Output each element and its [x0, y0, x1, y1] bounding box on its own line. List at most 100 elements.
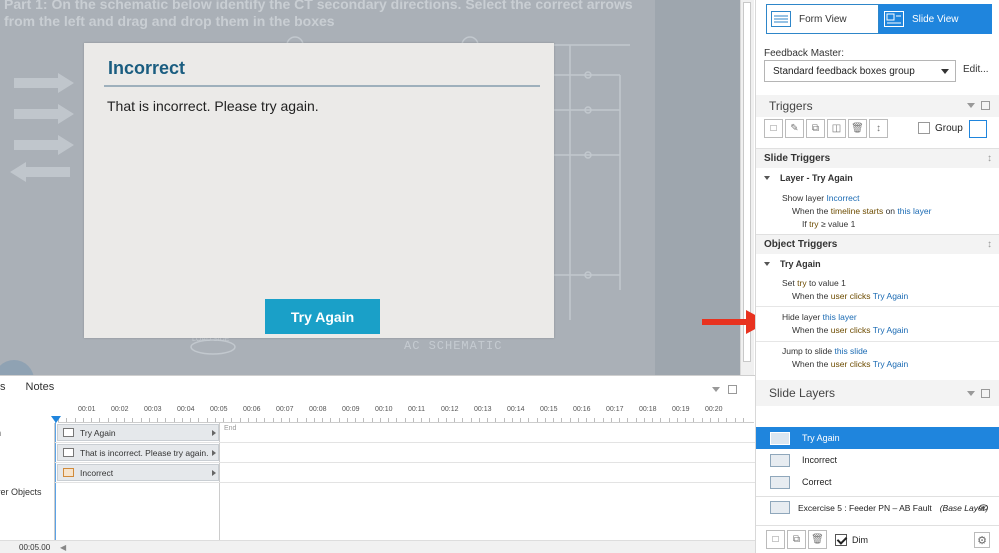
paste-trigger-icon[interactable]: ◫ [827, 119, 846, 138]
ruler-tick [454, 418, 455, 422]
group-checkbox[interactable] [918, 122, 930, 134]
trigger-when-text: When the [792, 359, 829, 369]
trigger-when-text: When the [792, 291, 829, 301]
ruler-tick-label: 00:20 [705, 406, 723, 413]
trigger-group-layer[interactable]: Layer - Try Again [764, 173, 853, 183]
panel-restore-icon[interactable] [981, 101, 990, 110]
triggers-toolbar: □ ✎ ⧉ ◫ 🗑 ↕ [764, 119, 888, 139]
trigger-event: clicks [849, 359, 871, 369]
ruler-tick [619, 418, 620, 422]
trigger-set-variable[interactable]: Set try to value 1 [782, 278, 846, 288]
ruler-tick [536, 418, 538, 422]
eye-icon[interactable] [979, 503, 988, 512]
timeline-ruler[interactable]: 00:01 00:02 00:03 00:04 00:05 00:06 00:07 00:08… [58, 403, 754, 423]
panel-menu-icon[interactable] [967, 391, 975, 396]
trigger-condition: When the user clicks Try Again [792, 291, 908, 301]
expand-arrow-icon[interactable] [212, 430, 216, 436]
ruler-tick [371, 418, 373, 422]
panel-menu-icon[interactable] [712, 387, 720, 392]
delete-trigger-icon[interactable]: 🗑 [848, 119, 867, 138]
trigger-settings-icon[interactable] [969, 120, 987, 138]
try-again-button[interactable]: Try Again [265, 299, 380, 334]
panel-menu-icon[interactable] [967, 103, 975, 108]
trigger-group-object[interactable]: Try Again [764, 259, 821, 269]
ruler-tick [272, 418, 274, 422]
dim-toggle[interactable]: Dim [835, 533, 868, 546]
dim-checkbox[interactable] [835, 533, 847, 546]
expand-arrow-icon[interactable] [212, 470, 216, 476]
collapse-icon[interactable]: ↕ [987, 239, 992, 250]
ruler-tick [231, 418, 233, 422]
ruler-tick [140, 418, 142, 422]
ruler-tick [66, 418, 68, 422]
trigger-object: Try Again [872, 325, 909, 335]
timeline-bar-try-again[interactable]: Try Again [57, 424, 219, 441]
dialog-divider [104, 85, 540, 87]
tab-notes[interactable]: Notes [26, 381, 55, 399]
expand-arrow-icon[interactable] [212, 450, 216, 456]
object-triggers-header[interactable]: Object Triggers ↕ [756, 234, 999, 254]
ruler-tick [264, 418, 266, 422]
copy-trigger-icon[interactable]: ⧉ [806, 119, 825, 138]
ruler-tick [544, 418, 546, 422]
timeline-tabs: s Notes [0, 381, 54, 399]
draggable-arrow-right[interactable] [14, 104, 74, 124]
timeline-row: That is incorrect. Please try again. [55, 443, 755, 463]
ruler-tick-label: 00:18 [639, 406, 657, 413]
scroll-left-icon[interactable]: ◀ [60, 543, 66, 552]
timeline-bar-message[interactable]: That is incorrect. Please try again. [57, 444, 219, 461]
trigger-jump-slide[interactable]: Jump to slide this slide [782, 346, 868, 356]
duplicate-layer-icon[interactable]: ⧉ [787, 530, 806, 549]
move-trigger-icon[interactable]: ↕ [869, 119, 888, 138]
canvas-scroll-thumb[interactable] [743, 2, 751, 362]
trigger-condition: When the user clicks Try Again [792, 359, 908, 369]
new-trigger-icon[interactable]: □ [764, 119, 783, 138]
group-label: Group [935, 122, 963, 134]
trigger-show-layer[interactable]: Show layer Incorrect [782, 193, 860, 203]
draggable-arrow-right[interactable] [14, 73, 74, 93]
edit-trigger-icon[interactable]: ✎ [785, 119, 804, 138]
ruler-tick [355, 418, 356, 422]
trigger-object: Try Again [872, 291, 909, 301]
ruler-tick-label: 00:17 [606, 406, 624, 413]
ruler-tick [437, 418, 439, 422]
timeline-left-label: n [0, 428, 1, 438]
ruler-tick-label: 00:11 [408, 406, 425, 413]
panel-restore-icon[interactable] [728, 385, 737, 394]
ruler-tick [528, 418, 530, 422]
layer-thumbnail [770, 501, 790, 514]
ruler-tick-label: 00:12 [441, 406, 459, 413]
layer-item-incorrect[interactable]: Incorrect [756, 449, 999, 471]
ruler-tick [256, 418, 257, 422]
trigger-condition: When the user clicks Try Again [792, 325, 908, 335]
slide-triggers-header[interactable]: Slide Triggers ↕ [756, 148, 999, 168]
ruler-tick [363, 418, 365, 422]
feedback-master-edit-link[interactable]: Edit... [963, 64, 989, 75]
draggable-arrow-right[interactable] [14, 135, 74, 155]
tab-states[interactable]: s [0, 381, 6, 399]
triggers-panel-header: Triggers [756, 95, 999, 117]
panel-restore-icon[interactable] [981, 389, 990, 398]
draggable-arrow-left[interactable] [10, 162, 70, 182]
dim-label: Dim [852, 534, 868, 545]
delete-layer-icon[interactable]: 🗑 [808, 530, 827, 549]
collapse-icon[interactable]: ↕ [987, 153, 992, 164]
ruler-tick [668, 418, 670, 422]
timeline-bar-incorrect[interactable]: Incorrect [57, 464, 219, 481]
playhead-icon[interactable] [51, 416, 61, 423]
trigger-hide-layer[interactable]: Hide layer this layer [782, 312, 857, 322]
gear-icon[interactable]: ⚙ [974, 532, 990, 548]
trigger-group-label: Layer - Try Again [780, 173, 853, 183]
ruler-tick [685, 418, 686, 422]
slide-view-button[interactable]: Slide View [879, 4, 992, 34]
group-toggle[interactable]: Group [918, 122, 963, 134]
trigger-target: Incorrect [826, 193, 860, 203]
layer-item-try-again[interactable]: Try Again [756, 427, 999, 449]
form-view-button[interactable]: Form View [766, 4, 879, 34]
feedback-master-select[interactable]: Standard feedback boxes group [764, 60, 956, 82]
trigger-action: Jump to slide [782, 346, 833, 356]
ruler-tick-label: 00:01 [78, 406, 96, 413]
layer-item-correct[interactable]: Correct [756, 471, 999, 493]
layer-item-base[interactable]: Excercise 5 : Feeder PN – AB Fault (Base… [756, 496, 999, 518]
new-layer-icon[interactable]: □ [766, 530, 785, 549]
